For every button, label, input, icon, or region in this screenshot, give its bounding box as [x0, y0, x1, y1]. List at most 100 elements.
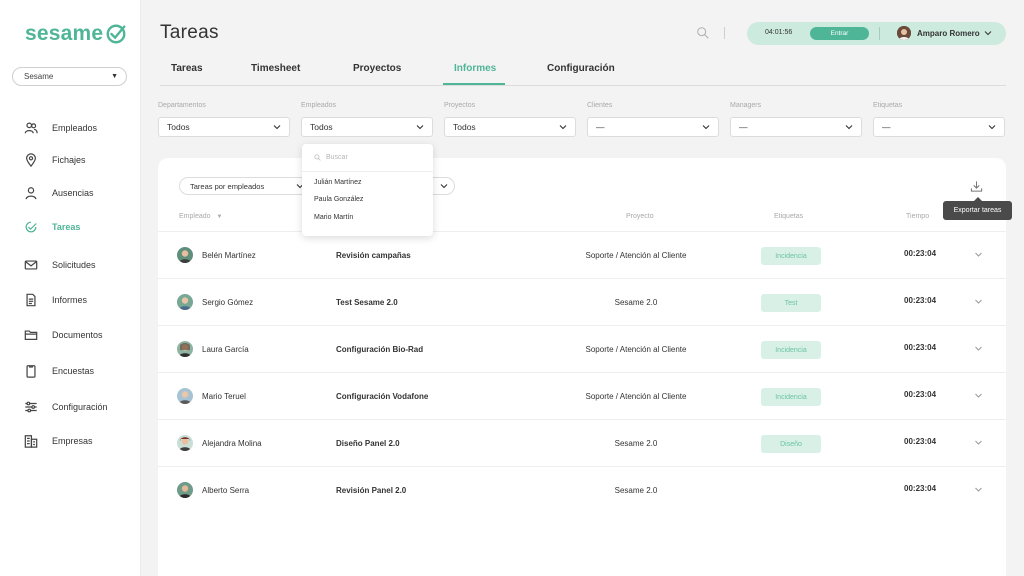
- dropdown-divider: [302, 171, 433, 172]
- sidebar-item-informes[interactable]: Informes: [24, 292, 87, 308]
- sidebar-item-label: Tareas: [52, 222, 81, 232]
- chevron-down-icon[interactable]: [974, 485, 983, 494]
- filter-managers[interactable]: —: [730, 117, 862, 137]
- location-pin-icon: [26, 153, 36, 167]
- company-select[interactable]: Sesame ▼: [12, 67, 127, 86]
- filter-departamentos[interactable]: Todos: [158, 117, 290, 137]
- header-divider: [724, 27, 725, 39]
- filter-label-etiquetas: Etiquetas: [873, 102, 903, 109]
- logo-check-icon: [106, 24, 126, 44]
- column-header-tags: Etiquetas: [774, 213, 804, 220]
- sidebar-item-solicitudes[interactable]: Solicitudes: [24, 257, 96, 273]
- table-row[interactable]: Belén Martínez Revisión campañas Soporte…: [158, 231, 1006, 278]
- table-row[interactable]: Mario Teruel Configuración Vodafone Sopo…: [158, 372, 1006, 419]
- tab-timesheet[interactable]: Timesheet: [251, 63, 300, 74]
- filter-label-managers: Managers: [730, 102, 762, 109]
- tasks-icon: [25, 221, 37, 233]
- sidebar-item-tareas[interactable]: Tareas: [24, 219, 80, 235]
- filter-value: Todos: [167, 122, 190, 132]
- employee-name: Alejandra Molina: [202, 439, 262, 448]
- time-value: 00:23:04: [904, 249, 937, 258]
- tab-configuracion[interactable]: Configuración: [547, 63, 615, 74]
- export-tooltip: Exportar tareas: [943, 197, 1012, 220]
- employee-name: Alberto Serra: [202, 486, 250, 495]
- search-icon: [314, 154, 321, 161]
- sidebar-item-label: Empleados: [52, 123, 98, 133]
- filter-etiquetas[interactable]: —: [873, 117, 1005, 137]
- entrar-button[interactable]: Entrar: [810, 27, 869, 40]
- dropdown-search-input[interactable]: Buscar: [314, 154, 348, 161]
- chevron-down-icon[interactable]: [974, 344, 983, 353]
- sesame-logo[interactable]: sesame: [25, 22, 127, 46]
- filter-clientes[interactable]: —: [587, 117, 719, 137]
- table-row[interactable]: Sergio Gómez Test Sesame 2.0 Sesame 2.0 …: [158, 278, 1006, 325]
- chevron-down-icon: [988, 125, 996, 130]
- project-name: Soporte / Atención al Cliente: [585, 392, 687, 401]
- column-header-label: Empleado: [179, 213, 211, 220]
- sidebar-item-documentos[interactable]: Documentos: [24, 327, 103, 343]
- users-icon: [24, 122, 38, 134]
- sidebar-item-fichajes[interactable]: Fichajes: [24, 152, 86, 168]
- filter-value: Todos: [310, 122, 333, 132]
- table-row[interactable]: Alejandra Molina Diseño Panel 2.0 Sesame…: [158, 419, 1006, 466]
- page-title: Tareas: [160, 22, 219, 43]
- time-value: 00:23:04: [904, 390, 937, 399]
- tab-tareas[interactable]: Tareas: [171, 63, 203, 74]
- avatar: [177, 435, 193, 451]
- filter-label-proyectos: Proyectos: [444, 102, 476, 109]
- dropdown-option[interactable]: Paula González: [314, 196, 363, 203]
- time-value: 00:23:04: [904, 343, 937, 352]
- group-by-select[interactable]: Tareas por empleados: [179, 177, 309, 195]
- company-select-value: Sesame: [24, 72, 54, 81]
- tab-informes[interactable]: Informes: [454, 63, 496, 74]
- project-name: Sesame 2.0: [614, 298, 658, 307]
- chevron-down-icon: [416, 125, 424, 130]
- filter-proyectos[interactable]: Todos: [444, 117, 576, 137]
- filter-empleados[interactable]: Todos: [301, 117, 433, 137]
- user-name[interactable]: Amparo Romero: [917, 29, 980, 38]
- column-header-time: Tiempo: [906, 213, 930, 220]
- download-icon[interactable]: [970, 180, 983, 193]
- sidebar-item-label: Documentos: [52, 330, 103, 340]
- table-row[interactable]: Laura García Configuración Bio-Rad Sopor…: [158, 325, 1006, 372]
- sidebar-item-encuestas[interactable]: Encuestas: [24, 363, 94, 379]
- column-header-employee[interactable]: Empleado ▼: [179, 213, 222, 220]
- column-header-project: Proyecto: [626, 213, 654, 220]
- document-icon: [26, 293, 36, 307]
- sidebar-item-label: Configuración: [52, 402, 108, 412]
- sidebar-item-empleados[interactable]: Empleados: [24, 120, 97, 136]
- user-avatar[interactable]: [897, 26, 911, 40]
- clock-bar-divider: [879, 27, 880, 40]
- task-name: Configuración Vodafone: [336, 392, 429, 401]
- sidebar-item-ausencias[interactable]: Ausencias: [24, 185, 94, 201]
- dropdown-option[interactable]: Mario Martín: [314, 214, 353, 221]
- dropdown-option[interactable]: Julián Martínez: [314, 179, 361, 186]
- chevron-down-icon[interactable]: [974, 391, 983, 400]
- avatar: [177, 482, 193, 498]
- sidebar-item-empresas[interactable]: Empresas: [24, 433, 93, 449]
- filter-value: —: [739, 122, 748, 132]
- tag-badge: Incidencia: [761, 247, 821, 265]
- sidebar-item-label: Encuestas: [52, 366, 95, 376]
- sliders-icon: [25, 401, 37, 413]
- time-value: 00:23:04: [904, 437, 937, 446]
- avatar: [177, 247, 193, 263]
- sidebar-item-configuracion[interactable]: Configuración: [24, 399, 108, 415]
- sidebar-item-label: Fichajes: [52, 155, 86, 165]
- dropdown-search-placeholder: Buscar: [326, 154, 348, 161]
- search-icon[interactable]: [696, 26, 710, 40]
- chevron-down-icon: [702, 125, 710, 130]
- avatar: [177, 388, 193, 404]
- logo-text: sesame: [25, 22, 104, 45]
- chevron-down-icon: [845, 125, 853, 130]
- tab-proyectos[interactable]: Proyectos: [353, 63, 401, 74]
- chevron-down-icon[interactable]: [984, 29, 992, 37]
- task-name: Diseño Panel 2.0: [336, 439, 400, 448]
- chevron-down-icon[interactable]: [974, 438, 983, 447]
- sidebar-item-label: Informes: [52, 295, 88, 305]
- empleados-dropdown: Buscar Julián Martínez Paula González Ma…: [302, 144, 433, 236]
- chevron-down-icon[interactable]: [974, 297, 983, 306]
- chevron-down-icon[interactable]: [974, 250, 983, 259]
- task-name: Revisión campañas: [336, 251, 411, 260]
- table-row[interactable]: Alberto Serra Revisión Panel 2.0 Sesame …: [158, 466, 1006, 513]
